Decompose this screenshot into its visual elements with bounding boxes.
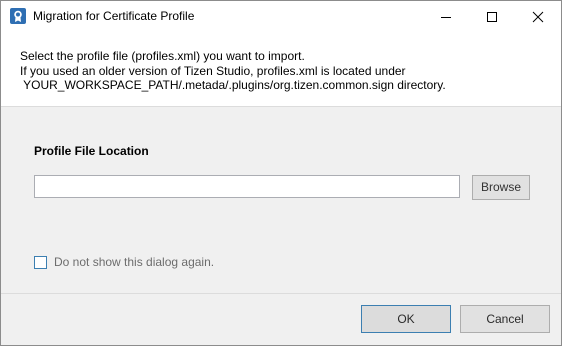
maximize-icon	[487, 12, 497, 22]
content-panel: Profile File Location Browse Do not show…	[1, 107, 561, 293]
profile-file-location-input[interactable]	[34, 175, 460, 198]
browse-button[interactable]: Browse	[472, 175, 530, 200]
ok-button[interactable]: OK	[361, 305, 451, 333]
profile-file-location-label: Profile File Location	[34, 144, 149, 158]
cancel-button[interactable]: Cancel	[460, 305, 550, 333]
description-line-3: YOUR_WORKSPACE_PATH/.metada/.plugins/org…	[20, 78, 446, 92]
close-button[interactable]	[515, 1, 561, 32]
window-title: Migration for Certificate Profile	[33, 9, 195, 23]
description-line-2: If you used an older version of Tizen St…	[20, 63, 406, 78]
certificate-app-icon	[10, 8, 26, 24]
maximize-button[interactable]	[469, 1, 515, 32]
description-line-1: Select the profile file (profiles.xml) y…	[20, 49, 305, 63]
migration-dialog: Migration for Certificate Profile Select…	[0, 0, 562, 346]
do-not-show-again-label[interactable]: Do not show this dialog again.	[54, 255, 214, 269]
minimize-button[interactable]	[423, 1, 469, 32]
dialog-description: Select the profile file (profiles.xml) y…	[20, 49, 446, 93]
close-icon	[532, 11, 544, 23]
do-not-show-again-checkbox[interactable]	[34, 256, 47, 269]
button-bar: OK Cancel	[1, 294, 561, 345]
minimize-icon	[441, 17, 451, 18]
title-bar[interactable]: Migration for Certificate Profile	[1, 1, 561, 32]
